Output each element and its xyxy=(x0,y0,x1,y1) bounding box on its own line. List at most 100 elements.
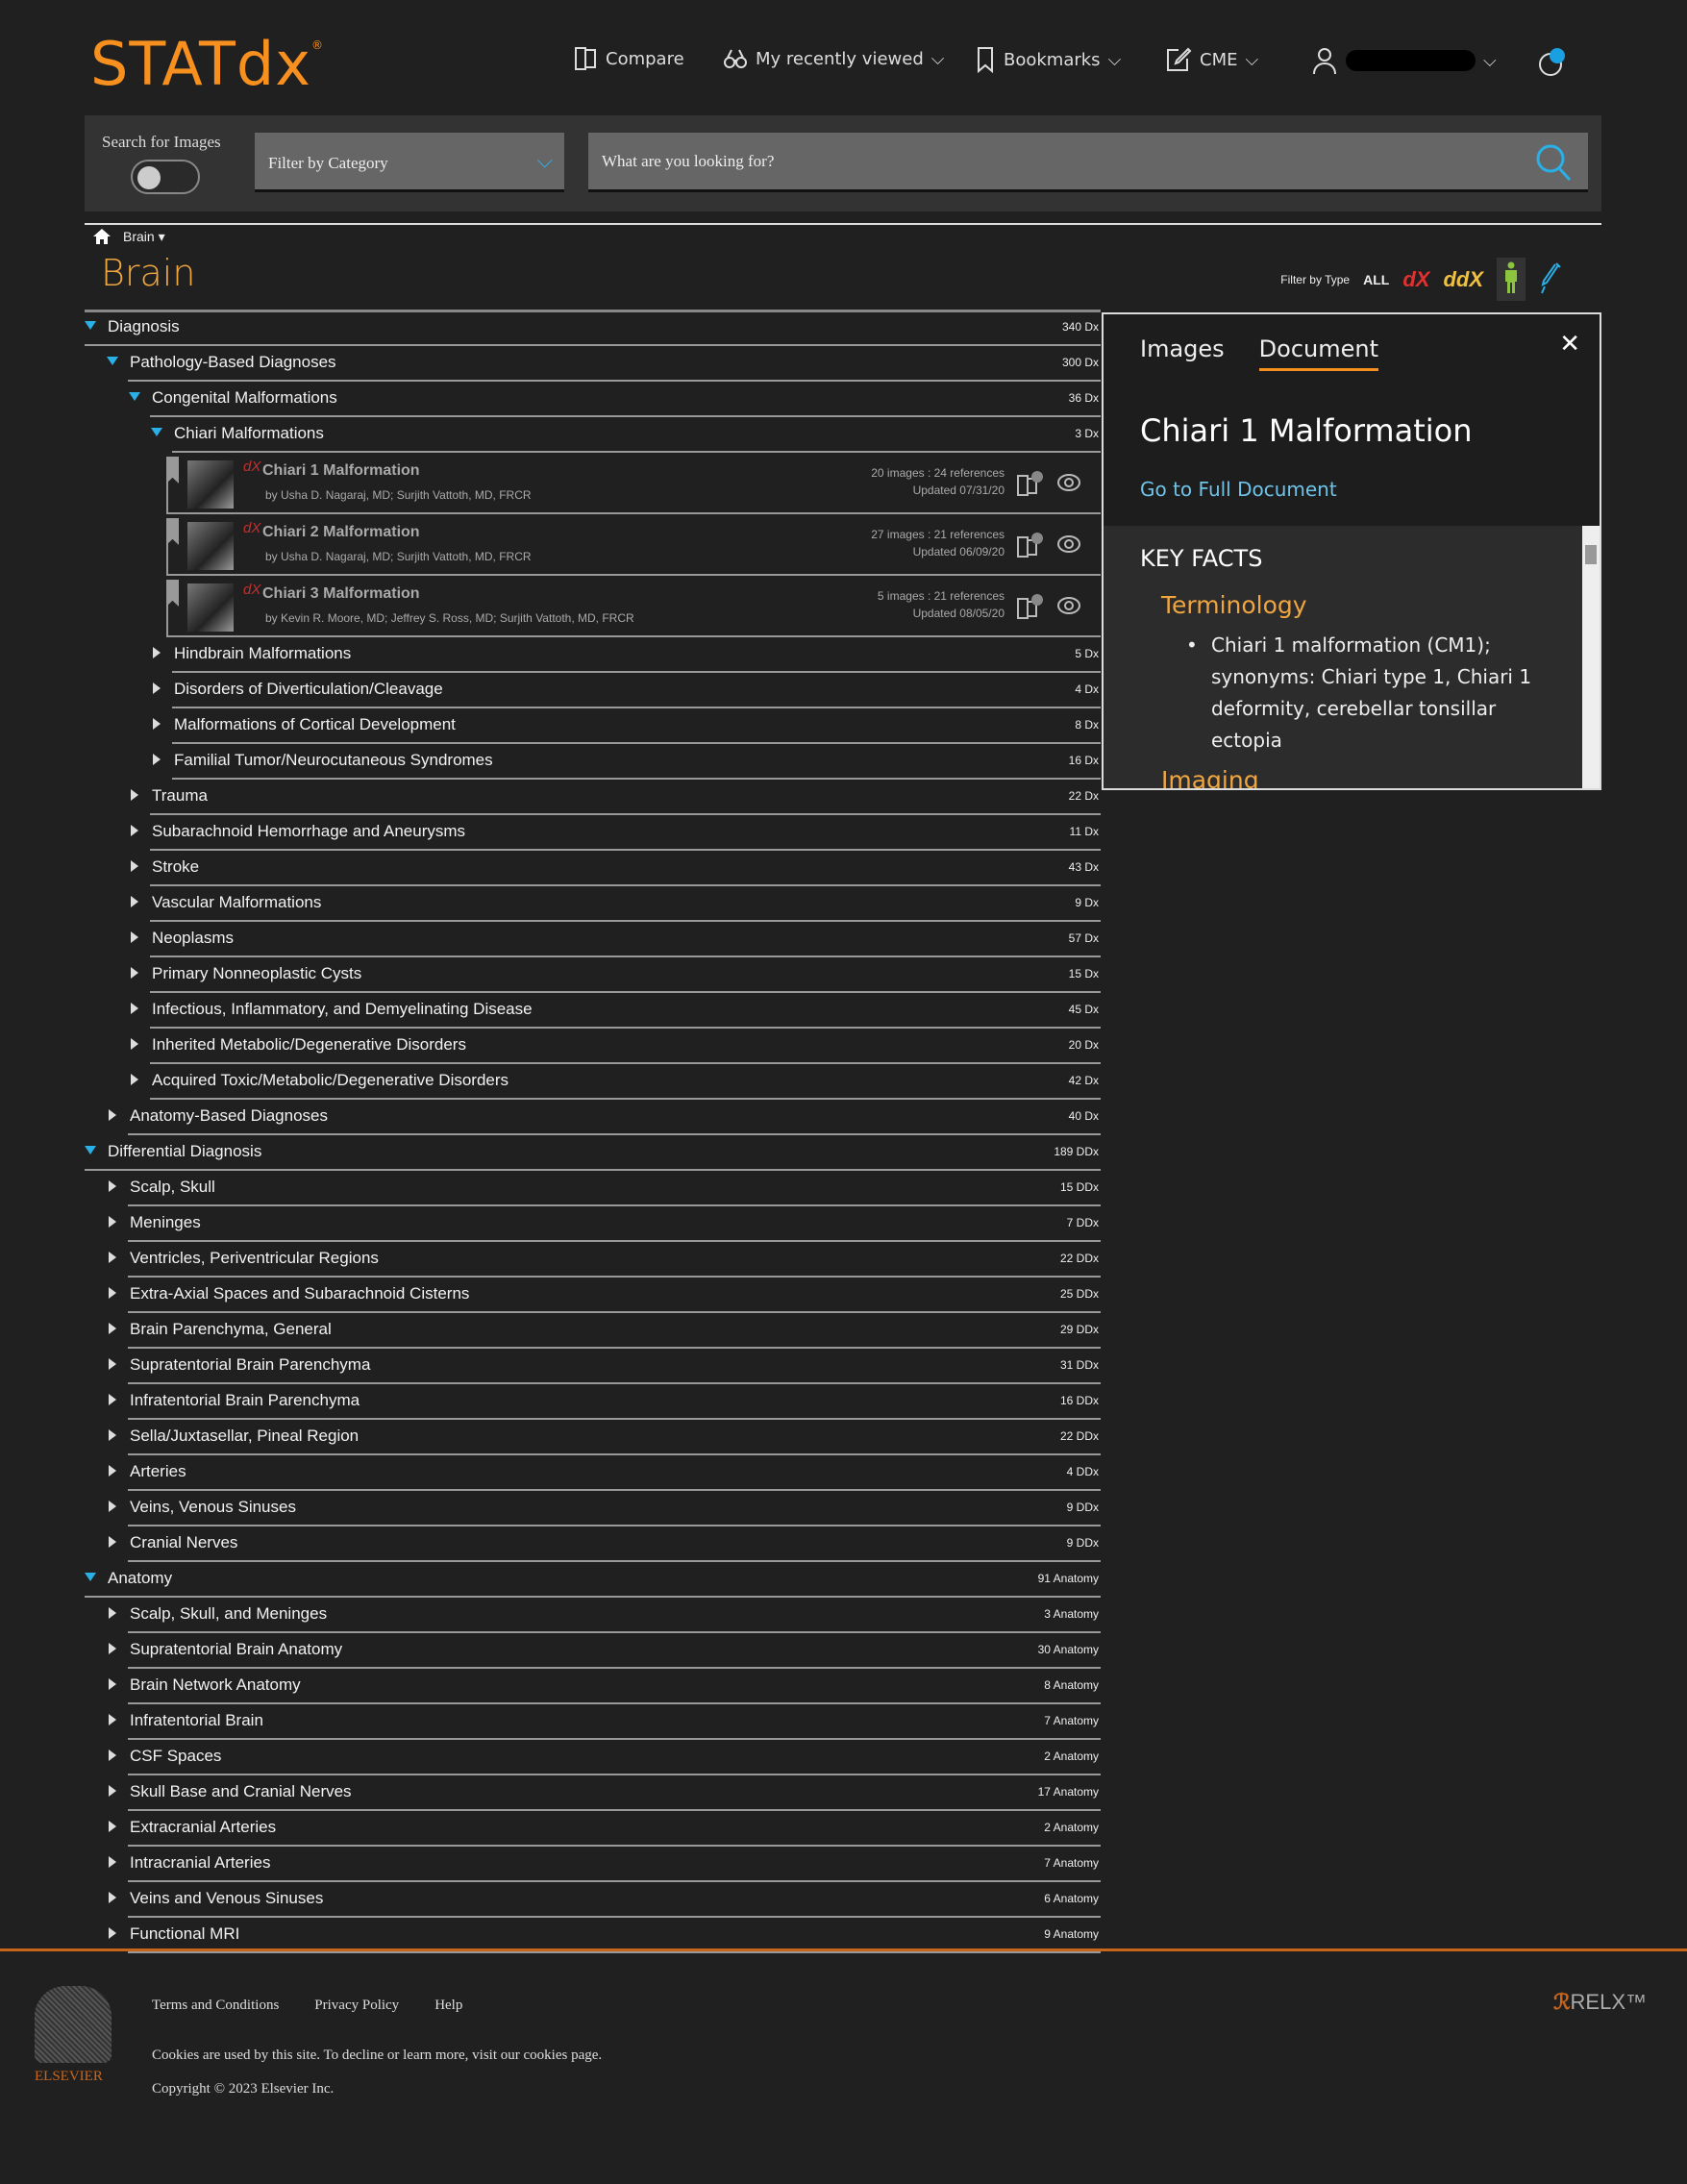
caret-right-icon[interactable] xyxy=(109,1891,116,1903)
breadcrumb-brain[interactable]: Brain ▾ xyxy=(123,229,165,245)
caret-right-icon[interactable] xyxy=(109,1749,116,1761)
scrollbar-thumb[interactable] xyxy=(1585,545,1597,564)
caret-right-icon[interactable] xyxy=(131,1037,138,1050)
recently-viewed-menu[interactable]: My recently viewed ⌵ xyxy=(723,46,944,71)
tree-row[interactable]: Anatomy 91 Anatomy xyxy=(85,1562,1101,1598)
search-input[interactable] xyxy=(588,133,1588,192)
tree-row[interactable]: Veins, Venous Sinuses 9 DDx xyxy=(85,1491,1101,1526)
tree-row[interactable]: Disorders of Diverticulation/Cleavage 4 D… xyxy=(85,673,1101,708)
caret-right-icon[interactable] xyxy=(153,646,161,658)
tree-row[interactable]: Chiari Malformations 3 Dx xyxy=(85,417,1101,453)
tree-row[interactable]: Inherited Metabolic/Degenerative Disorde… xyxy=(85,1029,1101,1064)
tree-row[interactable]: Sella/Juxtasellar, Pineal Region 22 DDx xyxy=(85,1420,1101,1455)
tree-row[interactable]: Vascular Malformations 9 Dx xyxy=(85,886,1101,922)
caret-right-icon[interactable] xyxy=(131,824,138,836)
caret-right-icon[interactable] xyxy=(153,682,161,694)
caret-right-icon[interactable] xyxy=(109,1606,116,1619)
tree-row[interactable]: Veins and Venous Sinuses 6 Anatomy xyxy=(85,1882,1101,1918)
tree-row[interactable]: Malformations of Cortical Development 8 D… xyxy=(85,708,1101,744)
caret-right-icon[interactable] xyxy=(131,859,138,872)
tree-row[interactable]: Primary Nonneoplastic Cysts 15 Dx xyxy=(85,957,1101,993)
statdx-logo[interactable]: STATdx® xyxy=(90,29,324,99)
tree-row[interactable]: Meninges 7 DDx xyxy=(85,1206,1101,1242)
help-link[interactable]: Help xyxy=(434,1998,462,2014)
tree-row[interactable]: Congenital Malformations 36 Dx xyxy=(85,382,1101,417)
elsevier-logo[interactable]: ELSEVIER xyxy=(35,1986,117,2085)
tree-row[interactable]: Subarachnoid Hemorrhage and Aneurysms 11 … xyxy=(85,815,1101,851)
caret-right-icon[interactable] xyxy=(109,1428,116,1441)
tree-row[interactable]: Infectious, Inflammatory, and Demyelinat… xyxy=(85,993,1101,1029)
search-icon[interactable] xyxy=(1534,142,1573,183)
caret-right-icon[interactable] xyxy=(109,1179,116,1192)
close-icon[interactable]: ✕ xyxy=(1559,330,1580,359)
bookmark-flag-icon[interactable] xyxy=(166,457,179,484)
tab-document[interactable]: Document xyxy=(1258,335,1379,371)
caret-down-icon[interactable] xyxy=(85,1573,96,1581)
caret-right-icon[interactable] xyxy=(109,1108,116,1121)
tree-row[interactable]: Trauma 22 Dx xyxy=(85,780,1101,815)
caret-right-icon[interactable] xyxy=(131,966,138,979)
tree-row[interactable]: Arteries 4 DDx xyxy=(85,1455,1101,1491)
preview-eye-icon[interactable] xyxy=(1056,472,1081,493)
relx-logo[interactable]: ℛRELX™ xyxy=(1553,1990,1647,2015)
caret-right-icon[interactable] xyxy=(109,1642,116,1654)
tree-row[interactable]: Extra-Axial Spaces and Subarachnoid Cist… xyxy=(85,1278,1101,1313)
caret-right-icon[interactable] xyxy=(109,1926,116,1939)
tree-row[interactable]: Differential Diagnosis 189 DDx xyxy=(85,1135,1101,1171)
preview-eye-icon[interactable] xyxy=(1056,534,1081,555)
scrollbar[interactable] xyxy=(1582,526,1600,788)
home-icon[interactable] xyxy=(92,227,112,246)
compare-button[interactable]: Compare xyxy=(573,46,684,71)
terms-link[interactable]: Terms and Conditions xyxy=(152,1998,279,2014)
tree-row[interactable]: Infratentorial Brain 7 Anatomy xyxy=(85,1704,1101,1740)
tree-row[interactable]: Scalp, Skull 15 DDx xyxy=(85,1171,1101,1206)
filter-all[interactable]: ALL xyxy=(1363,272,1389,287)
tree-row[interactable]: Hindbrain Malformations 5 Dx xyxy=(85,637,1101,673)
caret-right-icon[interactable] xyxy=(109,1393,116,1405)
caret-right-icon[interactable] xyxy=(131,788,138,801)
bookmark-flag-icon[interactable] xyxy=(166,518,179,545)
caret-right-icon[interactable] xyxy=(109,1535,116,1548)
search-images-toggle[interactable] xyxy=(131,160,200,194)
tree-row[interactable]: Brain Parenchyma, General 29 DDx xyxy=(85,1313,1101,1349)
tree-row[interactable]: Extracranial Arteries 2 Anatomy xyxy=(85,1811,1101,1847)
tree-row[interactable]: Supratentorial Brain Parenchyma 31 DDx xyxy=(85,1349,1101,1384)
filter-ddx[interactable]: ddX xyxy=(1443,267,1483,292)
caret-right-icon[interactable] xyxy=(109,1322,116,1334)
caret-right-icon[interactable] xyxy=(131,1002,138,1014)
compare-add-icon[interactable] xyxy=(1016,593,1045,620)
caret-right-icon[interactable] xyxy=(109,1464,116,1477)
bookmarks-menu[interactable]: Bookmarks ⌵ xyxy=(975,46,1121,73)
filter-anatomy[interactable] xyxy=(1497,258,1526,301)
caret-right-icon[interactable] xyxy=(109,1357,116,1370)
caret-right-icon[interactable] xyxy=(109,1215,116,1228)
tree-row[interactable]: CSF Spaces 2 Anatomy xyxy=(85,1740,1101,1775)
privacy-link[interactable]: Privacy Policy xyxy=(314,1998,399,2014)
caret-down-icon[interactable] xyxy=(129,392,140,401)
caret-right-icon[interactable] xyxy=(109,1677,116,1690)
caret-right-icon[interactable] xyxy=(109,1784,116,1797)
caret-right-icon[interactable] xyxy=(109,1820,116,1832)
tree-row[interactable]: Brain Network Anatomy 8 Anatomy xyxy=(85,1669,1101,1704)
document-item[interactable]: dX Chiari 1 Malformation by Usha D. Naga… xyxy=(166,453,1101,514)
caret-down-icon[interactable] xyxy=(85,1146,96,1154)
tree-row[interactable]: Ventricles, Periventricular Regions 22 DD… xyxy=(85,1242,1101,1278)
caret-right-icon[interactable] xyxy=(109,1251,116,1263)
caret-down-icon[interactable] xyxy=(107,357,118,365)
caret-right-icon[interactable] xyxy=(153,753,161,765)
tree-row[interactable]: Supratentorial Brain Anatomy 30 Anatomy xyxy=(85,1633,1101,1669)
caret-right-icon[interactable] xyxy=(131,895,138,907)
tree-row[interactable]: Neoplasms 57 Dx xyxy=(85,922,1101,957)
caret-down-icon[interactable] xyxy=(151,428,162,436)
tree-row[interactable]: Acquired Toxic/Metabolic/Degenerative Di… xyxy=(85,1064,1101,1100)
compare-add-icon[interactable] xyxy=(1016,470,1045,497)
notifications-button[interactable] xyxy=(1536,46,1569,79)
caret-right-icon[interactable] xyxy=(131,931,138,943)
caret-right-icon[interactable] xyxy=(109,1500,116,1512)
document-item[interactable]: dX Chiari 2 Malformation by Usha D. Naga… xyxy=(166,514,1101,576)
caret-right-icon[interactable] xyxy=(109,1286,116,1299)
document-title-link[interactable]: Chiari 3 Malformation xyxy=(262,585,420,603)
document-title-link[interactable]: Chiari 1 Malformation xyxy=(262,462,420,480)
tree-row[interactable]: Cranial Nerves 9 DDx xyxy=(85,1526,1101,1562)
tree-row[interactable]: Pathology-Based Diagnoses 300 Dx xyxy=(85,346,1101,382)
